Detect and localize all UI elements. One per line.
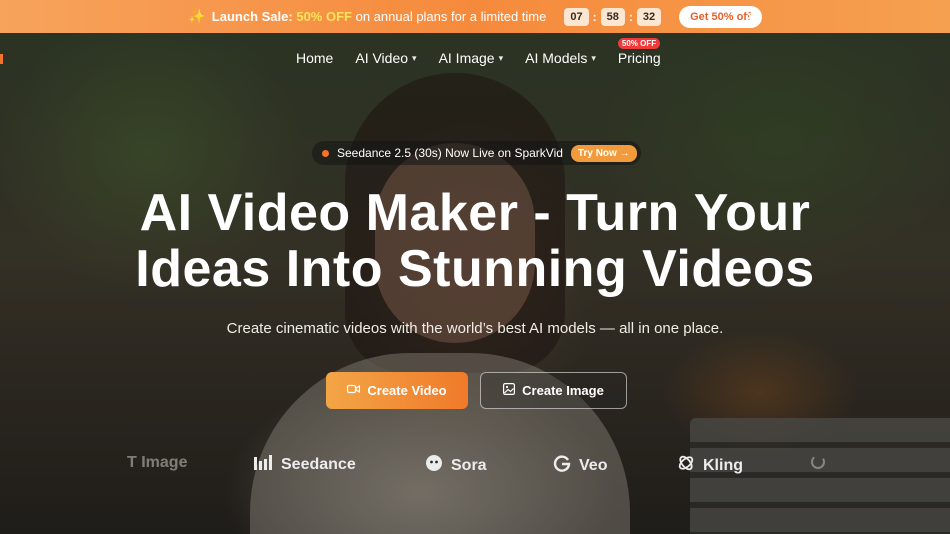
- hero-title-line-2: Ideas Into Stunning Videos: [135, 240, 815, 298]
- countdown-timer: 07 : 58 : 32: [564, 7, 662, 26]
- chevron-down-icon: ▾: [412, 52, 417, 63]
- model-logo-seedance: Seedance: [253, 454, 356, 475]
- spinner-icon: [810, 454, 826, 475]
- promo-description: on annual plans for a limited time: [355, 9, 547, 24]
- model-logo-faded: [810, 454, 826, 475]
- model-label: Veo: [579, 456, 608, 474]
- create-video-label: Create Video: [367, 383, 447, 398]
- nav-item-ai-video[interactable]: AI Video ▾: [355, 50, 416, 66]
- model-label: Seedance: [281, 455, 356, 473]
- timer-separator: :: [628, 9, 633, 24]
- timer-minutes: 58: [600, 7, 625, 26]
- model-logo-image: T Image: [127, 454, 187, 472]
- model-label: T Image: [127, 454, 188, 471]
- nav-item-ai-image[interactable]: AI Image ▾: [439, 50, 504, 66]
- sora-icon: [425, 454, 443, 477]
- promo-text: Launch Sale: 50% OFF on annual plans for…: [212, 9, 547, 24]
- timer-seconds: 32: [636, 7, 662, 26]
- model-logo-strip: T Image Seedance Sora Veo Kling: [127, 454, 827, 476]
- nav-item-home[interactable]: Home: [296, 50, 333, 66]
- pricing-discount-badge: 50% OFF: [617, 38, 661, 49]
- model-label: Sora: [451, 456, 487, 474]
- nav-item-label: AI Models: [525, 50, 588, 66]
- model-label: Kling: [703, 456, 743, 474]
- timer-separator: :: [592, 9, 597, 24]
- nav-item-pricing[interactable]: 50% OFF Pricing: [617, 38, 661, 66]
- announcement-pill[interactable]: Seedance 2.5 (30s) Now Live on SparkVid …: [312, 141, 641, 165]
- bar-chart-icon: [253, 454, 273, 475]
- chevron-down-icon: ▾: [498, 52, 504, 63]
- promo-label: Launch Sale:: [211, 9, 293, 24]
- model-logo-kling: Kling: [677, 454, 743, 477]
- main-nav: Home AI Video ▾ AI Image ▾ AI Models ▾ 5…: [296, 38, 661, 66]
- nav-item-label: Pricing: [617, 50, 661, 66]
- nav-item-label: AI Image: [438, 50, 495, 66]
- kling-icon: [677, 454, 695, 477]
- create-video-button[interactable]: Create Video: [326, 372, 468, 409]
- nav-item-label: AI Video: [355, 50, 409, 66]
- edge-accent-mark: [0, 54, 3, 64]
- close-icon[interactable]: ✕: [744, 7, 757, 27]
- video-camera-icon: [347, 384, 361, 397]
- hero-title-line-1: AI Video Maker - Turn Your: [139, 184, 811, 242]
- live-dot-icon: [322, 149, 329, 157]
- google-icon: [553, 454, 571, 477]
- try-now-button[interactable]: Try Now →: [570, 144, 637, 162]
- timer-hours: 07: [564, 7, 589, 26]
- promo-banner: ✨ Launch Sale: 50% OFF on annual plans f…: [0, 0, 950, 33]
- promo-discount: 50% OFF: [296, 9, 352, 24]
- nav-item-label: Home: [296, 50, 334, 66]
- model-logo-veo: Veo: [553, 454, 607, 477]
- image-icon: [503, 383, 516, 398]
- create-image-label: Create Image: [522, 383, 604, 398]
- hero-subtitle: Create cinematic videos with the world’s…: [226, 320, 724, 337]
- announcement-text: Seedance 2.5 (30s) Now Live on SparkVid: [337, 146, 563, 160]
- create-image-button[interactable]: Create Image: [480, 372, 627, 409]
- hero-title: AI Video Maker - Turn Your Ideas Into St…: [0, 185, 950, 297]
- model-logo-sora: Sora: [425, 454, 487, 477]
- chevron-down-icon: ▾: [591, 52, 596, 63]
- sparkle-icon: ✨: [188, 8, 206, 24]
- nav-item-ai-models[interactable]: AI Models ▾: [525, 50, 596, 66]
